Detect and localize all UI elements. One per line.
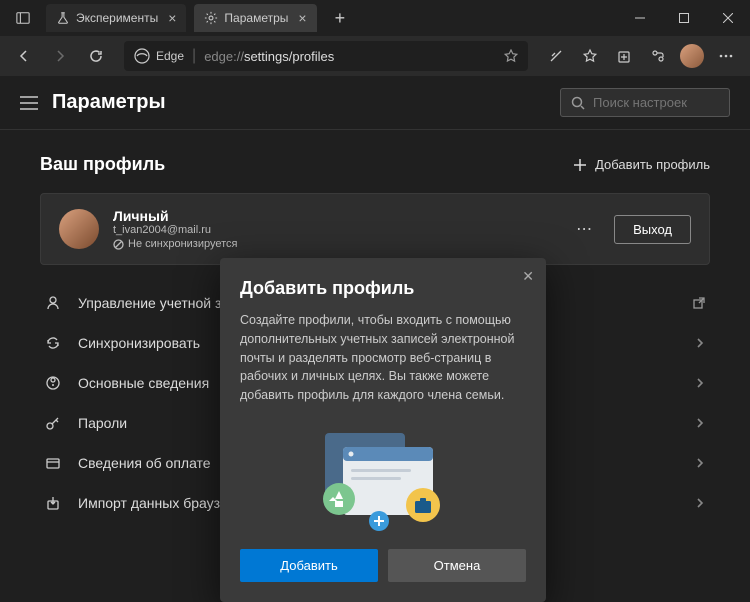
modal-title: Добавить профиль xyxy=(240,278,526,299)
external-icon xyxy=(692,296,706,310)
tab-label: Эксперименты xyxy=(76,11,158,25)
modal-illustration xyxy=(240,421,526,531)
settings-item-label: Синхронизировать xyxy=(78,335,200,351)
tab-label: Параметры xyxy=(224,11,288,25)
modal-buttons: Добавить Отмена xyxy=(240,549,526,582)
modal-text: Создайте профили, чтобы входить с помощь… xyxy=(240,311,526,405)
settings-item-label: Основные сведения xyxy=(78,375,209,391)
modal-cancel-button[interactable]: Отмена xyxy=(388,549,526,582)
back-button[interactable] xyxy=(8,40,40,72)
extension-icon[interactable] xyxy=(642,40,674,72)
refresh-button[interactable] xyxy=(80,40,112,72)
avatar xyxy=(59,209,99,249)
settings-item-label: Управление учетной зап xyxy=(78,295,237,311)
new-tab-button[interactable]: + xyxy=(325,8,356,29)
add-profile-label: Добавить профиль xyxy=(595,157,710,172)
sync-icon xyxy=(44,335,62,351)
settings-item-label: Сведения об оплате xyxy=(78,455,211,471)
profile-card: Личный t_ivan2004@mail.ru Не синхронизир… xyxy=(40,193,710,265)
star-icon[interactable] xyxy=(504,49,518,63)
card-icon xyxy=(44,455,62,471)
url-text: edge://settings/profiles xyxy=(204,49,334,64)
chevron-right-icon xyxy=(694,377,706,389)
collections-icon[interactable] xyxy=(608,40,640,72)
import-icon xyxy=(44,495,62,511)
plus-icon xyxy=(573,158,587,172)
search-input[interactable] xyxy=(593,95,719,110)
window-controls xyxy=(618,0,750,36)
favorites-icon[interactable] xyxy=(574,40,606,72)
info-icon xyxy=(44,375,62,391)
tab-experiments[interactable]: Эксперименты × xyxy=(46,4,186,32)
close-button[interactable] xyxy=(706,0,750,36)
add-profile-modal: ✕ Добавить профиль Создайте профили, что… xyxy=(220,258,546,602)
modal-add-button[interactable]: Добавить xyxy=(240,549,378,582)
forward-button[interactable] xyxy=(44,40,76,72)
sync-off-icon xyxy=(113,239,124,250)
menu-icon[interactable] xyxy=(20,96,38,110)
more-icon[interactable] xyxy=(710,40,742,72)
chevron-right-icon xyxy=(694,457,706,469)
flask-icon xyxy=(56,11,70,25)
modal-close-button[interactable]: ✕ xyxy=(522,268,534,285)
sync-status: Не синхронизируется xyxy=(113,238,554,250)
person-icon xyxy=(44,295,62,311)
profile-name: Личный xyxy=(113,208,554,224)
search-box[interactable] xyxy=(560,88,730,117)
key-icon xyxy=(44,415,62,431)
brand-label: Edge xyxy=(156,49,184,63)
chevron-right-icon xyxy=(694,497,706,509)
edge-icon: Edge xyxy=(134,48,184,64)
profile-avatar[interactable] xyxy=(676,40,708,72)
tab-actions-icon[interactable] xyxy=(8,11,38,25)
settings-item-label: Пароли xyxy=(78,415,127,431)
page-title: Параметры xyxy=(52,91,166,114)
window-titlebar: Эксперименты × Параметры × + xyxy=(0,0,750,36)
search-icon xyxy=(571,96,585,110)
profile-more-button[interactable]: ⋯ xyxy=(568,219,600,239)
close-icon[interactable]: × xyxy=(298,10,306,26)
tab-strip: Эксперименты × Параметры × + xyxy=(0,4,355,32)
signout-button[interactable]: Выход xyxy=(614,215,691,244)
gear-icon xyxy=(204,11,218,25)
tab-settings[interactable]: Параметры × xyxy=(194,4,316,32)
settings-item-label: Импорт данных браузер xyxy=(78,495,235,511)
profile-info: Личный t_ivan2004@mail.ru Не синхронизир… xyxy=(113,208,554,250)
minimize-button[interactable] xyxy=(618,0,662,36)
read-aloud-icon[interactable] xyxy=(540,40,572,72)
maximize-button[interactable] xyxy=(662,0,706,36)
profile-email: t_ivan2004@mail.ru xyxy=(113,224,554,236)
chevron-right-icon xyxy=(694,417,706,429)
browser-toolbar: Edge | edge://settings/profiles xyxy=(0,36,750,76)
add-profile-button[interactable]: Добавить профиль xyxy=(573,157,710,172)
page-header: Параметры xyxy=(0,76,750,130)
section-title: Ваш профиль xyxy=(40,154,165,175)
profile-section-header: Ваш профиль Добавить профиль xyxy=(40,154,710,175)
address-bar[interactable]: Edge | edge://settings/profiles xyxy=(124,41,528,71)
chevron-right-icon xyxy=(694,337,706,349)
close-icon[interactable]: × xyxy=(168,10,176,26)
